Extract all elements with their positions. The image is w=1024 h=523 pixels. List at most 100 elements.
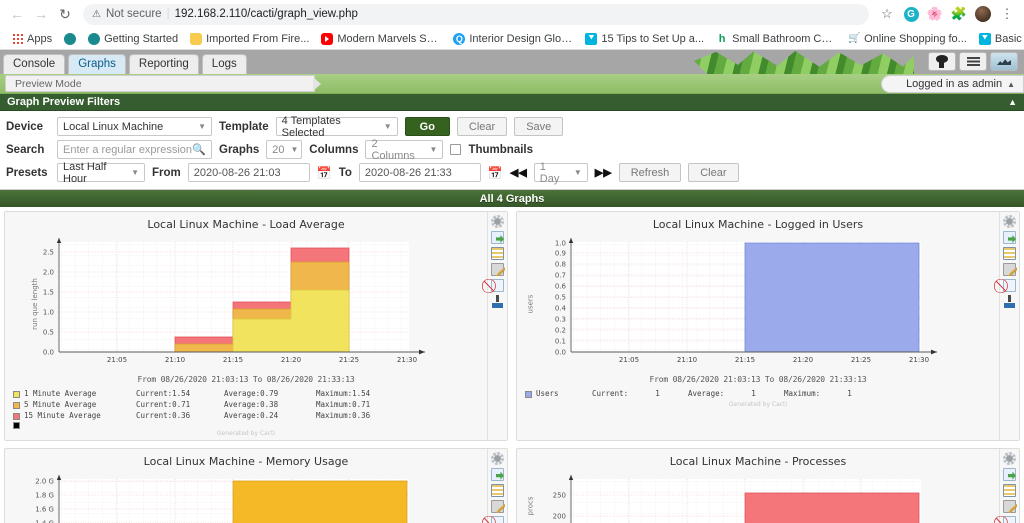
graph-properties-icon[interactable] [1003, 247, 1016, 260]
legend-name: 15 Minute Average [24, 410, 101, 420]
graph-disable-icon[interactable] [1003, 515, 1016, 523]
graph-title: Local Linux Machine - Logged in Users [652, 218, 864, 231]
graph-card-memory-usage: Local Linux Machine - Memory Usage 2.0 G… [4, 447, 508, 523]
refresh-button[interactable]: Refresh [618, 163, 682, 182]
tab-reporting[interactable]: Reporting [128, 54, 199, 74]
calendar-icon[interactable]: 📅 [488, 166, 503, 180]
graph-csv-icon[interactable] [491, 295, 504, 308]
bookmark-getting-started[interactable]: Getting Started [82, 30, 184, 48]
quora-icon: Q [453, 32, 466, 45]
filter-panel-title: Graph Preview Filters [7, 96, 121, 108]
preview-view-button[interactable] [990, 52, 1018, 71]
graph-export-icon[interactable] [1003, 231, 1016, 244]
go-button[interactable]: Go [404, 117, 450, 136]
template-select[interactable]: 4 Templates Selected ▼ [275, 114, 398, 139]
legend-maximum: Maximum: 1 [784, 389, 852, 398]
search-icon[interactable]: 🔍 [192, 143, 206, 156]
legend-current: Current:0.36 [136, 410, 191, 420]
bookmark-15-tips[interactable]: 15 Tips to Set Up a... [579, 30, 710, 48]
calendar-icon[interactable]: 📅 [317, 166, 332, 180]
tree-view-button[interactable] [928, 52, 956, 71]
chevron-down-icon: ▼ [131, 168, 139, 177]
device-select[interactable]: Local Linux Machine ▼ [57, 117, 212, 136]
graph-plot-memory-usage[interactable]: 2.0 G 1.8 G 1.6 G 1.4 G 1.2 G [7, 471, 485, 523]
graph-export-icon[interactable] [1003, 467, 1016, 481]
template-select-value: 4 Templates Selected [281, 114, 341, 139]
graphs-count-value: 20 [272, 143, 285, 156]
bookmark-basic-interior-decor[interactable]: Basic Interior Decor... [973, 30, 1024, 48]
bookmark-imported-from-firefox[interactable]: Imported From Fire... [184, 30, 315, 48]
address-bar[interactable]: ⚠ Not secure | 192.168.2.110/cacti/graph… [83, 3, 869, 25]
graph-edit-icon[interactable] [1003, 263, 1016, 276]
thumbnails-checkbox[interactable] [450, 144, 462, 155]
graph-edit-icon[interactable] [491, 499, 504, 513]
legend-current: Current:1.54 [136, 389, 191, 398]
security-label: Not secure [105, 8, 162, 20]
bookmark-star-icon[interactable]: ☆ [876, 3, 898, 25]
bookmark-modern-marvels[interactable]: Modern Marvels S0... [315, 30, 447, 48]
to-date-input[interactable]: 2020-08-26 21:33 [358, 163, 481, 182]
pinterest-icon [978, 32, 991, 45]
clear-time-button[interactable]: Clear [688, 163, 739, 182]
shift-forward-icon[interactable]: ▶▶ [595, 166, 612, 179]
save-button[interactable]: Save [514, 117, 564, 136]
graph-title: Local Linux Machine - Load Average [147, 218, 345, 231]
graph-settings-icon[interactable] [491, 451, 504, 465]
bookmark-label: Imported From Fire... [206, 32, 310, 45]
tab-graphs[interactable]: Graphs [68, 54, 126, 74]
cacti-subnav: Preview Mode Logged in as admin ▲ [0, 74, 1024, 94]
graph-properties-icon[interactable] [491, 247, 504, 260]
evernote-extension-icon[interactable]: 🌸 [924, 3, 946, 25]
graphs-count-select[interactable]: 20 ▼ [266, 140, 303, 159]
graph-plot-load-average[interactable]: 0.0 0.5 1.0 1.5 2.0 2.5 21:05 21:10 21:1… [7, 234, 485, 374]
graph-plot-processes[interactable]: 250 200 180 procs [519, 471, 997, 523]
graph-export-icon[interactable] [491, 467, 504, 481]
graph-settings-icon[interactable] [1003, 451, 1016, 465]
graph-properties-icon[interactable] [1003, 483, 1016, 497]
chevron-down-icon: ▼ [383, 122, 392, 131]
clear-button[interactable]: Clear [456, 117, 508, 136]
tab-logs[interactable]: Logs [201, 54, 247, 74]
graph-export-icon[interactable] [491, 231, 504, 244]
profile-avatar[interactable] [972, 3, 994, 25]
legend-maximum: Maximum:1.54 [316, 389, 371, 398]
graph-plot-logged-in-users[interactable]: 0.0 0.1 0.2 0.3 0.4 0.5 0.6 0.7 0.8 0.9 … [519, 234, 997, 374]
graphs-section-header: All 4 Graphs [0, 190, 1024, 207]
shift-amount-select[interactable]: 1 Day ▼ [533, 161, 588, 185]
columns-select[interactable]: 2 Columns ▼ [365, 138, 444, 162]
graph-properties-icon[interactable] [491, 483, 504, 497]
list-view-button[interactable] [959, 52, 987, 71]
presets-select[interactable]: Last Half Hour ▼ [57, 161, 145, 185]
apps-grid-icon [12, 33, 23, 44]
template-label: Template [219, 120, 269, 133]
bookmark-interior-design-glossary[interactable]: Q Interior Design Glos... [447, 30, 579, 48]
tab-console[interactable]: Console [3, 54, 66, 74]
legend-name: 5 Minute Average [24, 399, 97, 409]
search-input[interactable]: Enter a regular expression 🔍 [57, 140, 212, 159]
chevron-up-icon[interactable]: ▲ [1008, 97, 1017, 107]
bookmark-online-shopping[interactable]: 🛒 Online Shopping fo... [842, 30, 973, 48]
graph-edit-icon[interactable] [1003, 499, 1016, 513]
bookmark-item[interactable] [58, 30, 82, 48]
graph-disable-icon[interactable] [491, 515, 504, 523]
graph-csv-icon[interactable] [1003, 295, 1016, 308]
chrome-menu-icon[interactable]: ⋮ [996, 3, 1018, 25]
login-status-chip[interactable]: Logged in as admin ▲ [881, 75, 1024, 93]
graph-disable-icon[interactable] [491, 279, 504, 292]
graph-edit-icon[interactable] [491, 263, 504, 276]
grammarly-extension-icon[interactable]: G [900, 3, 922, 25]
graph-disable-icon[interactable] [1003, 279, 1016, 292]
back-arrow-icon[interactable]: ← [6, 3, 28, 25]
extensions-puzzle-icon[interactable]: 🧩 [948, 3, 970, 25]
forward-arrow-icon[interactable]: → [30, 3, 52, 25]
reload-icon[interactable]: ↻ [54, 3, 76, 25]
from-date-input[interactable]: 2020-08-26 21:03 [187, 163, 310, 182]
shift-backward-icon[interactable]: ◀◀ [510, 166, 527, 179]
legend-average: Average:0.24 [224, 410, 279, 420]
graph-settings-icon[interactable] [1003, 215, 1016, 228]
bookmark-apps[interactable]: Apps [6, 30, 58, 48]
filter-panel-header[interactable]: Graph Preview Filters ▲ [0, 94, 1024, 111]
bookmark-small-bathroom[interactable]: h Small Bathroom Col... [710, 30, 842, 48]
bookmark-label: Getting Started [104, 32, 179, 45]
graph-settings-icon[interactable] [491, 215, 504, 228]
